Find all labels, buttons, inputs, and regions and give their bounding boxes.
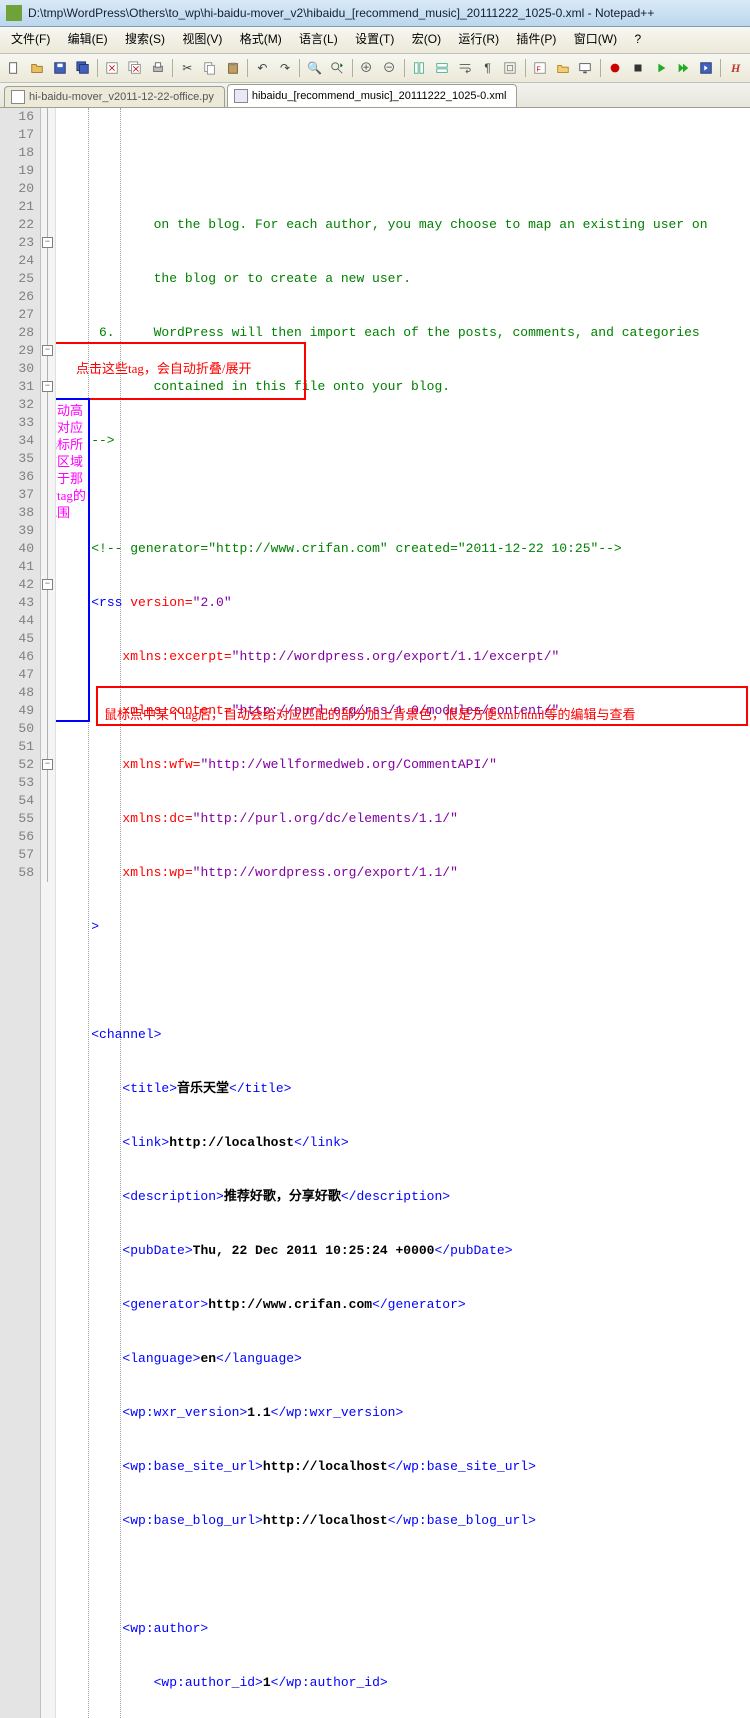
comment-text: the blog or to create a new user.	[60, 271, 411, 286]
sync-v-icon[interactable]	[409, 57, 430, 79]
menu-plugins[interactable]: 插件(P)	[509, 29, 563, 48]
zoom-out-icon[interactable]	[379, 57, 400, 79]
menu-run[interactable]: 运行(R)	[451, 29, 506, 48]
menu-edit[interactable]: 编辑(E)	[61, 29, 115, 48]
xml-tag: <wp:author>	[122, 1621, 208, 1636]
fold-column[interactable]: −−−−−	[41, 108, 56, 1718]
macro-play-icon[interactable]	[650, 57, 671, 79]
undo-icon[interactable]: ↶	[252, 57, 273, 79]
new-file-icon[interactable]	[4, 57, 25, 79]
toolbar-separator	[404, 59, 405, 77]
menu-view[interactable]: 视图(V)	[175, 29, 229, 48]
comment-text: <!-- generator="http://www.crifan.com" c…	[91, 541, 622, 556]
menu-window[interactable]: 窗口(W)	[567, 29, 624, 48]
lang-icon[interactable]: F	[530, 57, 551, 79]
toolbar-separator	[247, 59, 248, 77]
toolbar: ✂ ↶ ↷ 🔍 ¶ F H	[0, 54, 750, 83]
menu-search[interactable]: 搜索(S)	[118, 29, 172, 48]
app-icon	[6, 5, 22, 21]
annotation-text-fold: 点击这些tag，会自动折叠/展开	[76, 360, 252, 378]
toolbar-separator	[97, 59, 98, 77]
tab-label: hibaidu_[recommend_music]_20111222_1025-…	[252, 90, 507, 102]
sync-h-icon[interactable]	[432, 57, 453, 79]
xml-tag: <channel>	[91, 1027, 161, 1042]
menubar: 文件(F) 编辑(E) 搜索(S) 视图(V) 格式(M) 语言(L) 设置(T…	[0, 27, 750, 54]
tab-xml-file[interactable]: hibaidu_[recommend_music]_20111222_1025-…	[227, 84, 518, 107]
comment-text: on the blog. For each author, you may ch…	[60, 217, 708, 232]
print-icon[interactable]	[147, 57, 168, 79]
redo-icon[interactable]: ↷	[275, 57, 296, 79]
save-all-icon[interactable]	[72, 57, 93, 79]
cut-icon[interactable]: ✂	[177, 57, 198, 79]
tab-label: hi-baidu-mover_v2011-12-22-office.py	[29, 91, 214, 103]
close-all-icon[interactable]	[125, 57, 146, 79]
comment-text: contained in this file onto your blog.	[60, 379, 450, 394]
monitor-icon[interactable]	[575, 57, 596, 79]
titlebar-text: D:\tmp\WordPress\Others\to_wp\hi-baidu-m…	[28, 0, 654, 26]
close-icon[interactable]	[102, 57, 123, 79]
macro-save-icon[interactable]	[696, 57, 717, 79]
paste-icon[interactable]	[222, 57, 243, 79]
toolbar-separator	[720, 59, 721, 77]
menu-macro[interactable]: 宏(O)	[405, 29, 448, 48]
wrap-icon[interactable]	[455, 57, 476, 79]
toolbar-separator	[299, 59, 300, 77]
comment-text: 6. WordPress will then import each of th…	[60, 325, 700, 340]
tab-python-file[interactable]: hi-baidu-mover_v2011-12-22-office.py	[4, 86, 225, 107]
toolbar-separator	[352, 59, 353, 77]
color-highlight-icon[interactable]: H	[725, 57, 746, 79]
menu-file[interactable]: 文件(F)	[4, 29, 57, 48]
menu-format[interactable]: 格式(M)	[233, 29, 289, 48]
show-all-chars-icon[interactable]: ¶	[477, 57, 498, 79]
xml-tag: <rss	[91, 595, 130, 610]
toolbar-separator	[525, 59, 526, 77]
menu-help[interactable]: ?	[627, 31, 648, 47]
menu-settings[interactable]: 设置(T)	[348, 29, 401, 48]
menu-language[interactable]: 语言(L)	[292, 29, 345, 48]
copy-icon[interactable]	[200, 57, 221, 79]
open-file-icon[interactable]	[27, 57, 48, 79]
toolbar-separator	[600, 59, 601, 77]
macro-record-icon[interactable]	[605, 57, 626, 79]
titlebar: D:\tmp\WordPress\Others\to_wp\hi-baidu-m…	[0, 0, 750, 27]
tabbar: hi-baidu-mover_v2011-12-22-office.py hib…	[0, 83, 750, 108]
replace-icon[interactable]	[327, 57, 348, 79]
macro-play-multi-icon[interactable]	[673, 57, 694, 79]
find-icon[interactable]: 🔍	[304, 57, 325, 79]
folder-icon[interactable]	[552, 57, 573, 79]
svg-text:F: F	[537, 67, 541, 74]
macro-stop-icon[interactable]	[627, 57, 648, 79]
code-area[interactable]: on the blog. For each author, you may ch…	[56, 108, 750, 1718]
line-number-gutter: 1617181920212223242526272829303132333435…	[0, 108, 41, 1718]
file-icon	[234, 89, 248, 103]
zoom-in-icon[interactable]	[357, 57, 378, 79]
save-icon[interactable]	[49, 57, 70, 79]
editor[interactable]: 1617181920212223242526272829303132333435…	[0, 108, 750, 1718]
file-icon	[11, 90, 25, 104]
comment-end: -->	[60, 433, 115, 448]
toolbar-separator	[172, 59, 173, 77]
indent-guide-icon[interactable]	[500, 57, 521, 79]
xml-tag: >	[91, 919, 99, 934]
